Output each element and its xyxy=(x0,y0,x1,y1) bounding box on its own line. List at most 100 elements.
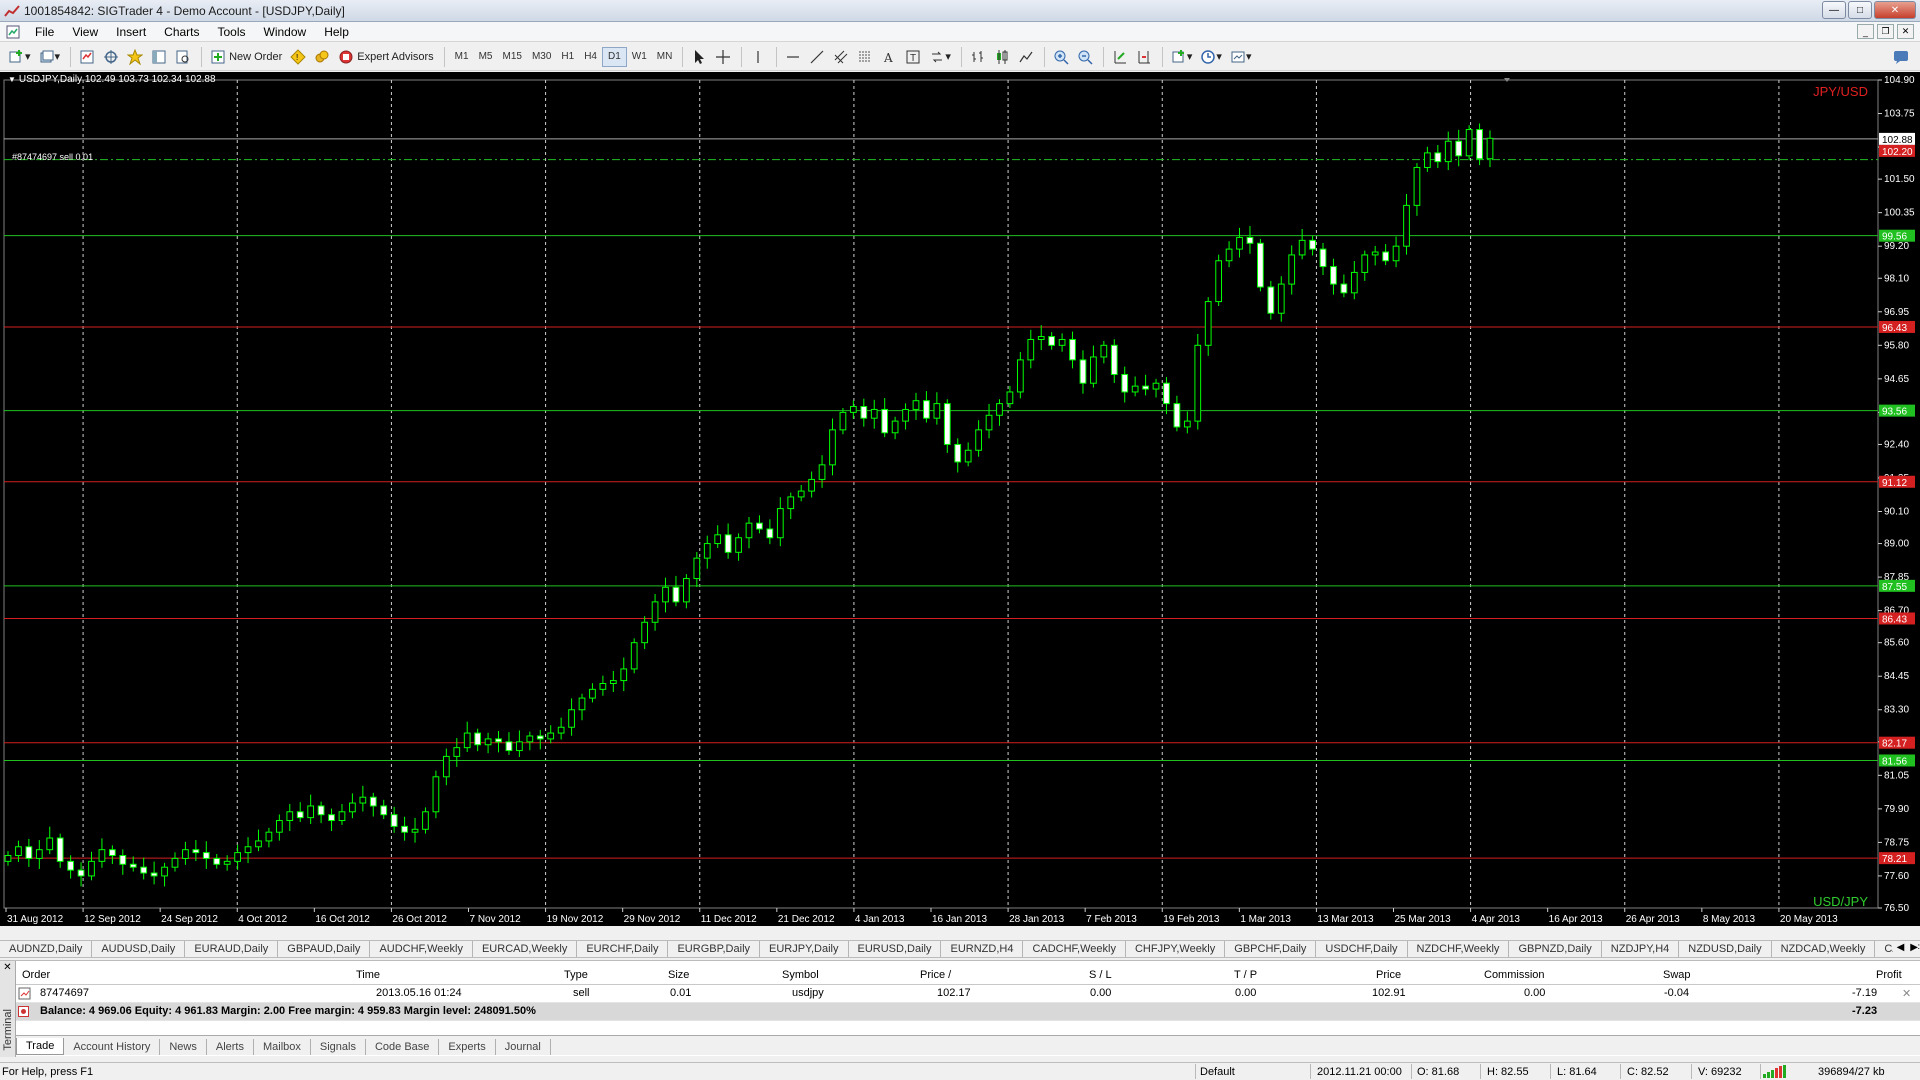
chart-tab[interactable]: GBPAUD,Daily xyxy=(278,941,371,957)
col-order[interactable]: Order xyxy=(22,969,50,981)
chart-tab[interactable]: GBPCHF,Daily xyxy=(1225,941,1317,957)
timeframe-h1[interactable]: H1 xyxy=(556,47,579,67)
zoom-in-button[interactable] xyxy=(1050,46,1072,68)
chart-tab[interactable]: NZDUSD,Daily xyxy=(1679,941,1772,957)
terminal-tab-alerts[interactable]: Alerts xyxy=(207,1039,254,1055)
zoom-out-button[interactable] xyxy=(1074,46,1096,68)
terminal-close-icon[interactable]: ✕ xyxy=(0,961,15,975)
chart-tab[interactable]: NZDCAD,Weekly xyxy=(1772,941,1876,957)
bar-chart-button[interactable] xyxy=(967,46,989,68)
mdi-close-button[interactable]: ✕ xyxy=(1897,24,1914,39)
col-size[interactable]: Size xyxy=(668,969,689,981)
chart-tab[interactable]: AUDUSD,Daily xyxy=(92,941,186,957)
terminal-tab-signals[interactable]: Signals xyxy=(311,1039,366,1055)
table-row[interactable]: 87474697 2013.05.16 01:24 sell 0.01 usdj… xyxy=(16,985,1920,1003)
chart-tab[interactable]: EURCHF,Daily xyxy=(577,941,669,957)
menu-help[interactable]: Help xyxy=(315,25,358,39)
chart-tab[interactable]: NZDJPY,H4 xyxy=(1602,941,1680,957)
text-label-button[interactable]: T xyxy=(902,46,924,68)
col-price[interactable]: Price / xyxy=(920,969,951,981)
market-watch-button[interactable] xyxy=(76,46,98,68)
chart-tab[interactable]: CADCHF,Weekly xyxy=(1023,941,1126,957)
minimize-button[interactable]: — xyxy=(1822,1,1846,19)
templates-button[interactable]: ▾ xyxy=(1227,46,1255,68)
col-current-price[interactable]: Price xyxy=(1376,969,1401,981)
terminal-tab-trade[interactable]: Trade xyxy=(16,1038,65,1055)
menu-view[interactable]: View xyxy=(63,25,107,39)
chart-tab[interactable]: AUDCHF,Weekly xyxy=(370,941,473,957)
fibonacci-button[interactable] xyxy=(854,46,876,68)
strategy-tester-button[interactable] xyxy=(172,46,194,68)
menu-window[interactable]: Window xyxy=(255,25,316,39)
col-symbol[interactable]: Symbol xyxy=(782,969,819,981)
terminal-tab-code-base[interactable]: Code Base xyxy=(366,1039,440,1055)
terminal-tab-account-history[interactable]: Account History xyxy=(64,1039,161,1055)
maximize-button[interactable]: □ xyxy=(1848,1,1872,19)
timeframe-m1[interactable]: M1 xyxy=(450,47,474,67)
col-tp[interactable]: T / P xyxy=(1234,969,1257,981)
chart-tab[interactable]: EURGBP,Daily xyxy=(668,941,761,957)
mdi-minimize-button[interactable]: _ xyxy=(1857,24,1874,39)
timeframe-mn[interactable]: MN xyxy=(652,47,678,67)
timeframe-h4[interactable]: H4 xyxy=(579,47,602,67)
chart-tab[interactable]: USDCHF,Daily xyxy=(1316,941,1408,957)
chart-tab[interactable]: NZDCHF,Weekly xyxy=(1408,941,1510,957)
profiles-button[interactable]: ▾ xyxy=(36,46,64,68)
candlestick-button[interactable] xyxy=(991,46,1013,68)
vertical-line-button[interactable] xyxy=(747,46,769,68)
mdi-restore-button[interactable]: ❐ xyxy=(1877,24,1894,39)
menu-charts[interactable]: Charts xyxy=(155,25,208,39)
trendline-button[interactable] xyxy=(806,46,828,68)
close-button[interactable]: ✕ xyxy=(1874,1,1916,19)
timeframe-w1[interactable]: W1 xyxy=(627,47,652,67)
col-profit[interactable]: Profit xyxy=(1876,969,1902,981)
terminal-tab-experts[interactable]: Experts xyxy=(439,1039,496,1055)
periods-button[interactable]: ▾ xyxy=(1197,46,1225,68)
crosshair-tool-button[interactable] xyxy=(712,46,734,68)
price-chart[interactable]: 31 Aug 2012 12 Sep 2012 24 Sep 2012 4 Oct 2… xyxy=(0,72,1920,926)
chart-tab[interactable]: GBPNZD,Daily xyxy=(1509,941,1602,957)
menu-insert[interactable]: Insert xyxy=(107,25,155,39)
timeframe-m5[interactable]: M5 xyxy=(474,47,498,67)
terminal-toggle-button[interactable] xyxy=(148,46,170,68)
timeframe-d1[interactable]: D1 xyxy=(601,46,627,67)
terminal-tab-news[interactable]: News xyxy=(160,1039,207,1055)
scroll-right-icon[interactable]: ▶ xyxy=(1910,942,1918,953)
chart-tab[interactable]: EURAUD,Daily xyxy=(185,941,279,957)
chart-tab[interactable]: EURUSD,Daily xyxy=(849,941,942,957)
auto-scroll-button[interactable] xyxy=(1109,46,1131,68)
col-sl[interactable]: S / L xyxy=(1089,969,1112,981)
chart-tab[interactable]: CHFJPY,Weekly xyxy=(1126,941,1226,957)
new-order-button[interactable]: New Order xyxy=(207,46,285,68)
channel-button[interactable] xyxy=(830,46,852,68)
timeframe-m15[interactable]: M15 xyxy=(497,47,526,67)
navigator-button[interactable] xyxy=(100,46,122,68)
indicators-button[interactable]: ▾ xyxy=(1168,46,1196,68)
col-type[interactable]: Type xyxy=(564,969,588,981)
cursor-tool-button[interactable] xyxy=(688,46,710,68)
signals-button[interactable] xyxy=(311,46,333,68)
col-commission[interactable]: Commission xyxy=(1484,969,1545,981)
col-swap[interactable]: Swap xyxy=(1663,969,1691,981)
chart-tab[interactable]: EURJPY,Daily xyxy=(760,941,849,957)
arrows-button[interactable]: ▾ xyxy=(926,46,954,68)
scroll-left-icon[interactable]: ◀ xyxy=(1897,942,1905,953)
menu-file[interactable]: File xyxy=(26,25,63,39)
metaeditor-button[interactable]: ! xyxy=(287,46,309,68)
chart-tab[interactable]: EURNZD,H4 xyxy=(941,941,1024,957)
line-chart-button[interactable] xyxy=(1015,46,1037,68)
chart-tab[interactable]: EURCAD,Weekly xyxy=(473,941,578,957)
help-toolbar-button[interactable] xyxy=(1890,46,1912,68)
terminal-tab-mailbox[interactable]: Mailbox xyxy=(254,1039,311,1055)
expert-advisors-button[interactable]: Expert Advisors xyxy=(335,46,436,68)
terminal-tab-journal[interactable]: Journal xyxy=(496,1039,551,1055)
menu-tools[interactable]: Tools xyxy=(209,25,255,39)
close-order-icon[interactable]: ✕ xyxy=(1902,987,1911,1000)
new-chart-button[interactable]: ▾ xyxy=(6,46,34,68)
chart-shift-button[interactable] xyxy=(1133,46,1155,68)
text-tool-button[interactable]: A xyxy=(878,46,900,68)
chart-tab[interactable]: AUDNZD,Daily xyxy=(0,941,93,957)
timeframe-m30[interactable]: M30 xyxy=(527,47,556,67)
favorites-button[interactable] xyxy=(124,46,146,68)
horizontal-line-button[interactable] xyxy=(782,46,804,68)
